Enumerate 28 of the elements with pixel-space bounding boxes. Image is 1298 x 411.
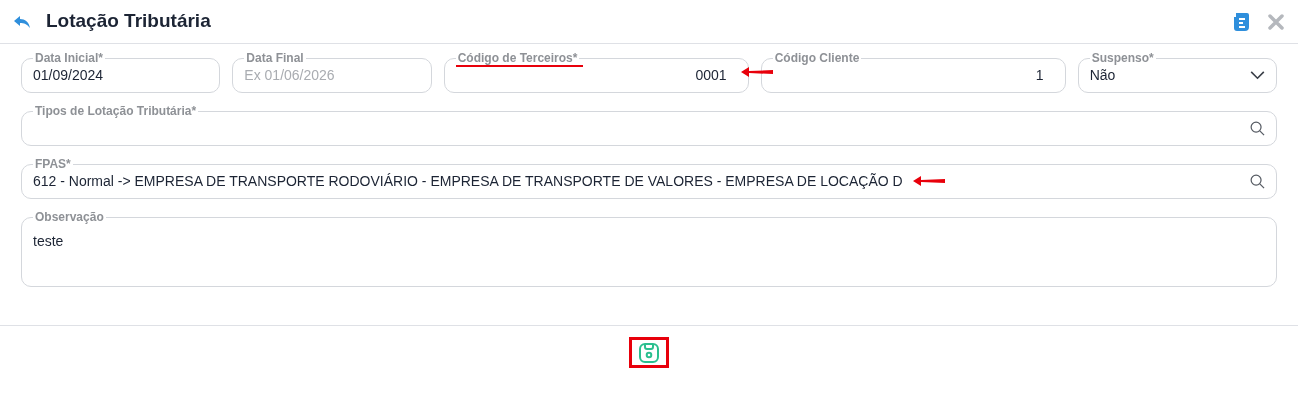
field-label: Código Cliente [774, 51, 860, 65]
back-arrow-icon[interactable] [14, 14, 30, 29]
search-icon[interactable] [1250, 120, 1265, 136]
search-icon[interactable] [1250, 173, 1265, 189]
field-value: Não [1089, 65, 1116, 85]
field-value: teste [33, 232, 64, 251]
field-value: 1 [1035, 65, 1044, 85]
field-value: 612 - Normal -> EMPRESA DE TRANSPORTE RODOVIÁRIO - EMPRESA DE TRANSPORTE DE VALORES - EMPRESA DE LOCAÇÃO D [33, 171, 903, 191]
field-label: Data Inicial* [35, 51, 104, 65]
field-label: Código de Terceiros* [457, 51, 578, 65]
input-field[interactable]: Observação teste [21, 211, 1277, 287]
chevron-down-icon [1250, 70, 1265, 80]
input-field[interactable]: Suspenso* Não [1077, 52, 1277, 93]
field-value: 01/09/2024 [33, 65, 104, 85]
window-title: Lotação Tributária [46, 9, 211, 34]
save-button[interactable] [629, 337, 669, 368]
field-label: Tipos de Lotação Tributária* [35, 104, 197, 118]
input-field[interactable]: FPAS* 612 - Normal -> EMPRESA DE TRANSPORTE RODOVIÁRIO - EMPRESA DE TRANSPORTE DE VALORES - EMPRESA DE LOCAÇÃO D [21, 158, 1277, 199]
field-label: Observação [35, 210, 104, 224]
save-icon [638, 341, 660, 364]
field-label: Suspenso* [1091, 51, 1154, 65]
input-field[interactable]: Código de Terceiros* 0001 [443, 52, 749, 93]
field-label: Data Final [246, 51, 304, 65]
input-field[interactable]: Código Cliente 1 [760, 52, 1066, 93]
field-placeholder: Ex 01/06/2026 [244, 65, 335, 85]
field-value: 0001 [695, 65, 727, 85]
field-label: FPAS* [35, 157, 71, 171]
input-field[interactable]: Data Inicial* 01/09/2024 [21, 52, 221, 93]
